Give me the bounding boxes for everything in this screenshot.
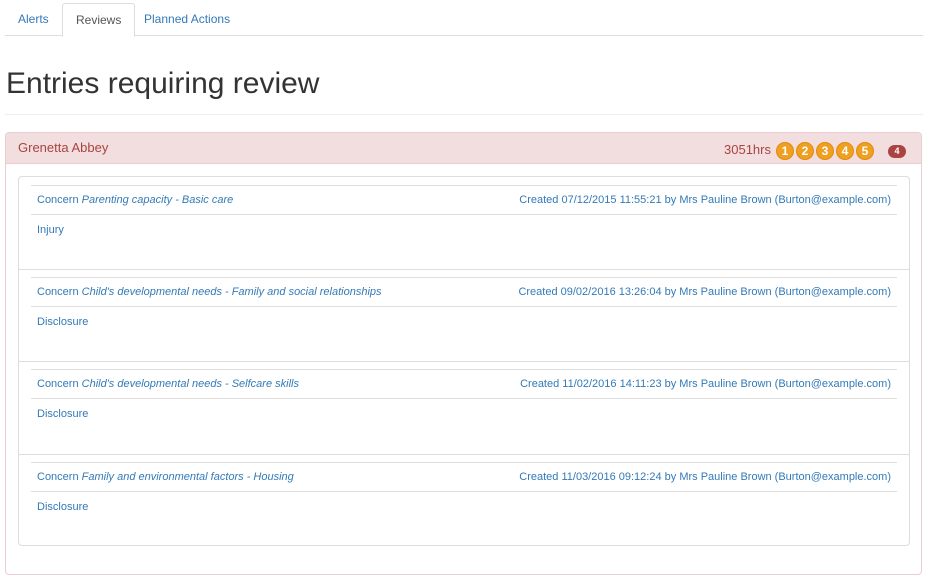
entry-type[interactable]: Disclosure <box>37 307 88 337</box>
concern-link[interactable]: Concern Family and environmental factors… <box>37 463 294 492</box>
hours-value: 3051hrs <box>724 142 771 157</box>
tab-planned-actions[interactable]: Planned Actions <box>131 3 243 36</box>
concern-prefix: Concern <box>37 194 79 206</box>
concern-topic: Parenting capacity - Basic care <box>81 194 234 206</box>
entry-type[interactable]: Injury <box>37 215 64 245</box>
level-5-icon: 5 <box>856 142 874 160</box>
entries-list: Concern Parenting capacity - Basic care … <box>18 176 910 546</box>
concern-prefix: Concern <box>37 286 79 298</box>
entry-header: Concern Child's developmental needs - Fa… <box>31 277 897 307</box>
concern-link[interactable]: Concern Child's developmental needs - Se… <box>37 370 299 399</box>
person-name[interactable]: Grenetta Abbey <box>18 133 108 163</box>
entry-header: Concern Parenting capacity - Basic care … <box>31 185 897 215</box>
level-1-icon: 1 <box>776 142 794 160</box>
tab-reviews[interactable]: Reviews <box>62 3 136 37</box>
level-4-icon: 4 <box>836 142 854 160</box>
created-info: Created 11/03/2016 09:12:24 by Mrs Pauli… <box>519 471 891 483</box>
concern-prefix: Concern <box>37 378 79 390</box>
tab-bar: Alerts Reviews Planned Actions <box>5 3 923 37</box>
panel-heading[interactable]: Grenetta Abbey 3051hrs 1 2 3 4 5 4 <box>6 133 921 164</box>
page-title: Entries requiring review <box>6 67 320 100</box>
title-divider <box>5 114 923 115</box>
entry-divider <box>19 361 909 362</box>
level-3-icon: 3 <box>816 142 834 160</box>
created-info: Created 11/02/2016 14:11:23 by Mrs Pauli… <box>520 378 891 390</box>
level-2-icon: 2 <box>796 142 814 160</box>
concern-topic: Child's developmental needs - Selfcare s… <box>81 378 299 390</box>
concern-link[interactable]: Concern Parenting capacity - Basic care <box>37 186 233 215</box>
entry-type[interactable]: Disclosure <box>37 492 88 522</box>
created-info: Created 09/02/2016 13:26:04 by Mrs Pauli… <box>518 286 891 298</box>
concern-topic: Family and environmental factors - Housi… <box>81 471 294 483</box>
tab-alerts[interactable]: Alerts <box>5 3 62 36</box>
count-badge: 4 <box>888 145 906 158</box>
entry-divider <box>19 269 909 270</box>
concern-prefix: Concern <box>37 471 79 483</box>
entry-type[interactable]: Disclosure <box>37 399 88 429</box>
concern-link[interactable]: Concern Child's developmental needs - Fa… <box>37 278 382 307</box>
concern-topic: Child's developmental needs - Family and… <box>81 286 382 298</box>
review-panel: Grenetta Abbey 3051hrs 1 2 3 4 5 4 Conce… <box>5 132 922 575</box>
entry-header: Concern Family and environmental factors… <box>31 462 897 492</box>
entry-header: Concern Child's developmental needs - Se… <box>31 369 897 399</box>
entry-divider <box>19 454 909 455</box>
created-info: Created 07/12/2015 11:55:21 by Mrs Pauli… <box>519 194 891 206</box>
